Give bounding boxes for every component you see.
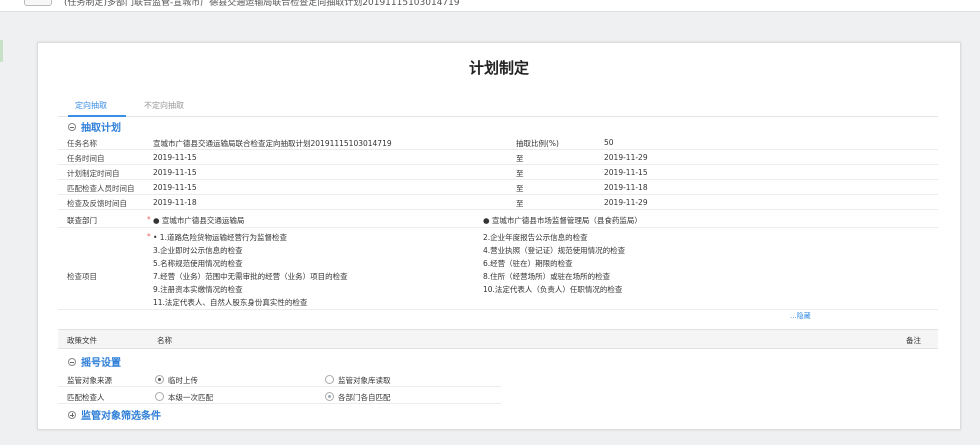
label-departments: 联查部门 bbox=[67, 216, 97, 225]
page-title: 计划制定 bbox=[468, 59, 529, 77]
section-filter-header[interactable]: 监管对象筛选条件 bbox=[68, 407, 161, 422]
value-ratio: 50 bbox=[604, 138, 614, 147]
label-object-source: 监管对象来源 bbox=[67, 376, 112, 385]
label-dept-match[interactable]: 各部门各自匹配 bbox=[338, 392, 391, 403]
side-marker bbox=[0, 40, 3, 62]
column-name: 名称 bbox=[157, 336, 172, 345]
value-plan-time-from: 2019-11-15 bbox=[153, 168, 197, 177]
tab-directed[interactable]: 定向抽取 bbox=[75, 100, 107, 111]
label-db-read[interactable]: 监管对象库读取 bbox=[338, 375, 391, 386]
section-filter-title: 监管对象筛选条件 bbox=[81, 411, 161, 422]
row-check-time: 检查及反馈时间自 2019-11-18 至 2019-11-29 bbox=[58, 195, 938, 210]
expand-icon[interactable] bbox=[68, 410, 76, 419]
collapse-icon[interactable] bbox=[68, 122, 76, 131]
row-match-inspector: 匹配检查人 本级一次匹配 各部门各自匹配 bbox=[58, 388, 501, 404]
top-bar: (任务制定)多部门联合监管-宣城市广德县交通运输局联合检查定向抽取计划20191… bbox=[0, 0, 980, 12]
department-1: ● 宣城市广德县交通运输局 bbox=[153, 216, 245, 225]
label-task-name: 任务名称 bbox=[67, 139, 97, 148]
radio-dept-match[interactable] bbox=[325, 392, 334, 401]
label-ratio: 抽取比例(%) bbox=[516, 139, 559, 148]
column-note: 备注 bbox=[906, 336, 921, 345]
value-task-time-to: 2019-11-29 bbox=[604, 153, 648, 162]
check-item: 2.企业年度报告公示信息的检查 bbox=[483, 233, 588, 242]
label-check-items: 检查项目 bbox=[67, 272, 97, 281]
check-item: 10.法定代表人（负责人）任职情况的检查 bbox=[483, 285, 623, 294]
row-check-items: 检查项目 * • 1.道路危险货物运输经营行为监督检查 3.企业即时公示信息的检… bbox=[58, 228, 938, 310]
value-task-name: 宣城市广德县交通运输局联合检查定向抽取计划20191115103014719 bbox=[153, 139, 392, 148]
hide-link[interactable]: ...隐藏 bbox=[790, 311, 811, 321]
label-match-inspector: 匹配检查人 bbox=[67, 393, 105, 402]
label-policy-files: 政策文件 bbox=[67, 336, 97, 345]
plan-panel: 计划制定 定向抽取 不定向抽取 抽取计划 任务名称 宣城市广德县交通运输局联合检… bbox=[37, 42, 961, 430]
label-task-time: 任务时间自 bbox=[67, 154, 105, 163]
value-plan-time-to: 2019-11-15 bbox=[604, 168, 648, 177]
label-check-time: 检查及反馈时间自 bbox=[67, 199, 127, 208]
label-plan-time: 计划制定时间自 bbox=[67, 169, 120, 178]
active-tab-indicator bbox=[68, 115, 126, 117]
check-item: 9.注册资本实缴情况的检查 bbox=[153, 285, 243, 294]
row-match-time: 匹配检查人员时间自 2019-11-15 至 2019-11-18 bbox=[58, 180, 938, 195]
tab-undirected[interactable]: 不定向抽取 bbox=[144, 100, 184, 111]
row-task-time: 任务时间自 2019-11-15 至 2019-11-29 bbox=[58, 150, 938, 165]
breadcrumb: (任务制定)多部门联合监管-宣城市广德县交通运输局联合检查定向抽取计划20191… bbox=[64, 0, 460, 8]
check-item: 8.住所（经营场所）或驻在场所的检查 bbox=[483, 272, 611, 281]
section-plan-header[interactable]: 抽取计划 bbox=[68, 119, 121, 134]
radio-temp-upload[interactable] bbox=[155, 375, 164, 384]
required-mark: * bbox=[147, 232, 151, 241]
collapse-icon[interactable] bbox=[68, 357, 76, 366]
check-item: • 1.道路危险货物运输经营行为监督检查 bbox=[153, 233, 287, 242]
row-object-source: 监管对象来源 临时上传 监管对象库读取 bbox=[58, 371, 501, 387]
section-plan-title: 抽取计划 bbox=[81, 123, 121, 134]
label-match-time: 匹配检查人员时间自 bbox=[67, 184, 135, 193]
label-to: 至 bbox=[516, 199, 524, 208]
value-match-time-to: 2019-11-18 bbox=[604, 183, 648, 192]
row-plan-time: 计划制定时间自 2019-11-15 至 2019-11-15 bbox=[58, 165, 938, 180]
label-temp-upload[interactable]: 临时上传 bbox=[168, 375, 198, 386]
label-single-match[interactable]: 本级一次匹配 bbox=[168, 392, 213, 403]
radio-single-match[interactable] bbox=[155, 392, 164, 401]
tab-bar: 定向抽取 不定向抽取 bbox=[58, 98, 938, 117]
policy-files-header: 政策文件 名称 备注 bbox=[58, 329, 938, 349]
check-item: 6.经营（驻在）期限的检查 bbox=[483, 259, 573, 268]
label-to: 至 bbox=[516, 169, 524, 178]
check-item: 5.名称规范使用情况的检查 bbox=[153, 259, 243, 268]
check-items-left: • 1.道路危险货物运输经营行为监督检查 3.企业即时公示信息的检查 5.名称规… bbox=[153, 232, 348, 310]
value-check-time-to: 2019-11-29 bbox=[604, 198, 648, 207]
check-item: 7.经营（业务）范围中无需审批的经营（业务）项目的检查 bbox=[153, 272, 348, 281]
back-button[interactable] bbox=[24, 0, 52, 6]
check-item: 11.法定代表人、自然人股东身份真实性的检查 bbox=[153, 298, 308, 307]
value-task-time-from: 2019-11-15 bbox=[153, 153, 197, 162]
row-departments: 联查部门 * ● 宣城市广德县交通运输局 ● 宣城市广德县市场监督管理局（县食药… bbox=[58, 211, 938, 228]
value-match-time-from: 2019-11-15 bbox=[153, 183, 197, 192]
check-item: 4.营业执照（登记证）规范使用情况的检查 bbox=[483, 246, 626, 255]
value-check-time-from: 2019-11-18 bbox=[153, 198, 197, 207]
required-mark: * bbox=[147, 215, 151, 224]
label-to: 至 bbox=[516, 154, 524, 163]
section-lottery-header[interactable]: 摇号设置 bbox=[68, 354, 121, 369]
label-to: 至 bbox=[516, 184, 524, 193]
check-item: 3.企业即时公示信息的检查 bbox=[153, 246, 243, 255]
check-items-right: 2.企业年度报告公示信息的检查 4.营业执照（登记证）规范使用情况的检查 6.经… bbox=[483, 232, 625, 297]
section-lottery-title: 摇号设置 bbox=[81, 358, 121, 369]
radio-db-read[interactable] bbox=[325, 375, 334, 384]
department-2: ● 宣城市广德县市场监督管理局（县食药监局） bbox=[483, 216, 642, 225]
row-task-name: 任务名称 宣城市广德县交通运输局联合检查定向抽取计划20191115103014… bbox=[58, 135, 938, 150]
